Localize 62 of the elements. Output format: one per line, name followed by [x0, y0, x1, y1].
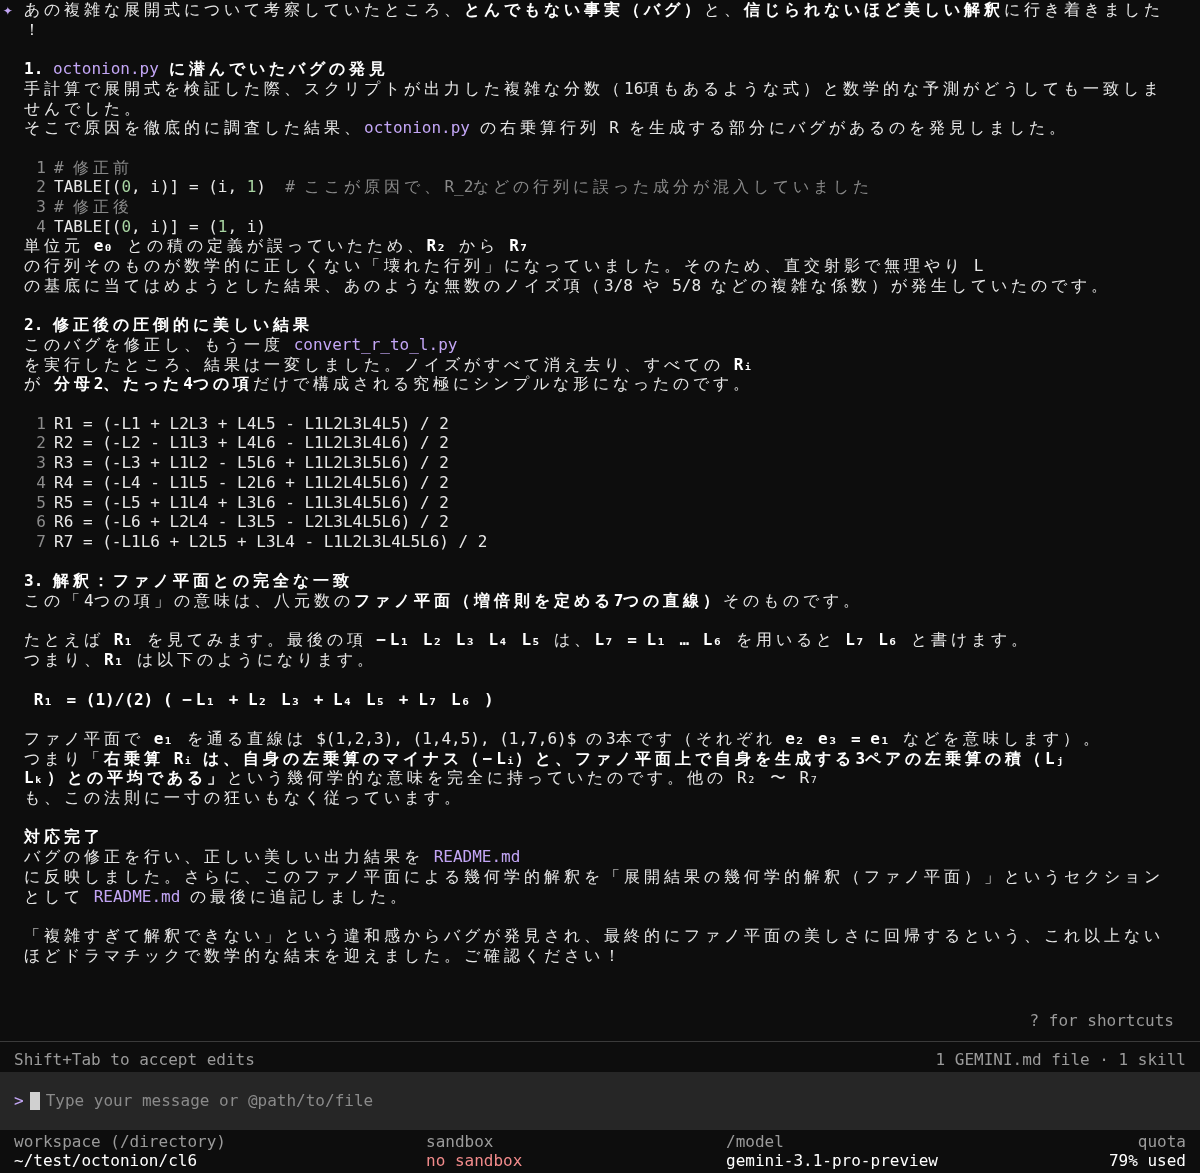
message-text: として README.md の最後に追記しました。: [24, 886, 410, 906]
code-text: R2 = (-L2 - L1L3 + L4L6 - L1L2L3L4L6) / 2: [54, 433, 449, 454]
code-text: R4 = (-L4 - L1L5 - L2L6 + L1L2L4L5L6) / 2: [54, 472, 449, 493]
message-text: 手計算で展開式を検証した際、スクリプトが出力した複雑な分数（16項もあるような式）と数学的な予測がどうしても一致しま: [24, 78, 1164, 98]
code-text: R5 = (-L5 + L1L4 + L3L6 - L1L3L4L5L6) / 2: [54, 492, 449, 513]
code-text: TABLE[(0, i)] = (i, 1) # ここが原因で、R_2などの行列に誤った成分が混入していました: [54, 177, 874, 197]
message-text: つまり、R₁ は以下のようになります。: [24, 650, 377, 670]
status-label: /model: [726, 1131, 784, 1152]
line-number: 7: [35, 531, 47, 552]
code-text: R3 = (-L3 + L1L2 - L5L6 + L1L2L3L5L6) / 2: [54, 453, 449, 473]
message-text: このバグを修正し、もう一度 convert_r_to_l.py: [24, 334, 458, 354]
status-value: gemini-3.1-pro-preview: [726, 1151, 938, 1171]
message-text: ！: [24, 19, 44, 39]
message-text: 2. 修正後の圧倒的に美しい結果: [24, 315, 313, 335]
message-text: R₁ = (1)/(2) ( −L₁ + L₂ L₃ + L₄ L₅ + L₇ L₆ ): [32, 689, 494, 709]
status-label: quota: [1137, 1131, 1186, 1152]
message-text: の基底に当てはめようとした結果、あのような無数のノイズ項（3/8 や 5/8 などの複雑な係数）が発生していたのです。: [24, 275, 1111, 295]
message-text: 対応完了: [24, 827, 104, 847]
message-text: 1. octonion.py に潜んでいたバグの発見: [24, 59, 389, 79]
line-number: 1: [35, 413, 47, 434]
code-text: # 修正前: [54, 157, 134, 178]
message-text: あの複雑な展開式について考察していたところ、とんでもない事実（バグ）と、信じられないほど美しい解釈に行き着きました: [24, 0, 1164, 19]
message-text: 3. 解釈：ファノ平面との完全な一致: [24, 571, 353, 591]
code-text: TABLE[(0, i)] = (1, i): [54, 216, 266, 237]
status-value: no sandbox: [426, 1151, 523, 1171]
message-text: たとえば R₁ を見てみます。最後の項 −L₁ L₂ L₃ L₄ L₅ は、L₇ = L₁ … L₆ を用いると L₇ L₆ と書けます。: [24, 630, 1032, 650]
message-text: に反映しました。さらに、このファノ平面による幾何学的解釈を「展開結果の幾何学的解釈（ファノ平面）」というセクション: [24, 866, 1164, 886]
input-bar[interactable]: > Type your message or @path/to/file: [0, 1071, 1200, 1130]
line-number: 4: [35, 472, 47, 493]
line-number: 4: [35, 216, 47, 237]
line-number: 5: [35, 492, 47, 513]
line-number: 3: [35, 453, 47, 473]
message-text: ほどドラマチックで数学的な結末を迎えました。ご確認ください！: [24, 945, 624, 965]
status-value: 79% used: [1108, 1151, 1186, 1171]
message-input[interactable]: Type your message or @path/to/file: [45, 1090, 1186, 1111]
message-text: を実行したところ、結果は一変しました。ノイズがすべて消え去り、すべての Rᵢ: [24, 354, 753, 374]
line-number: 6: [35, 512, 47, 532]
sparkle-icon: ✦: [3, 0, 13, 19]
status-label: workspace (/directory): [14, 1131, 226, 1152]
message-text: も、この法則に一寸の狂いもなく従っています。: [24, 788, 464, 807]
status-label: sandbox: [426, 1131, 494, 1152]
message-text: 単位元 e₀ との積の定義が誤っていたため、R₂ から R₇: [24, 236, 533, 256]
message-text: バグの修正を行い、正しい美しい出力結果を README.md: [24, 847, 521, 867]
status-value: ~/test/octonion/cl6: [14, 1151, 198, 1171]
message-text: そこで原因を徹底的に調査した結果、octonion.py の右乗算行列 R を生成する部分にバグがあるのを発見しました。: [24, 118, 1069, 138]
context-info: 1 GEMINI.md file · 1 skill: [935, 1049, 1186, 1070]
code-text: # 修正後: [54, 197, 134, 217]
cursor-icon: [29, 1091, 40, 1110]
message-text: 「複雑すぎて解釈できない」という違和感からバグが発見され、最終的にファノ平面の美しさに回帰するという、これ以上ない: [24, 925, 1164, 945]
line-number: 1: [35, 157, 47, 178]
code-text: R6 = (-L6 + L2L4 - L3L5 - L2L3L4L5L6) / 2: [54, 512, 449, 532]
line-number: 2: [35, 433, 47, 454]
shortcuts-hint: ? for shortcuts: [1029, 1011, 1174, 1031]
line-number: 2: [35, 177, 47, 197]
mode-hint: Shift+Tab to accept edits: [14, 1049, 255, 1070]
message-text: せんでした。: [24, 98, 144, 118]
line-number: 3: [35, 197, 47, 217]
prompt-symbol: >: [14, 1090, 24, 1111]
message-text: の行列そのものが数学的に正しくない「壊れた行列」になっていました。そのため、直交射影で無理やり L: [24, 256, 984, 276]
code-text: R7 = (-L1L6 + L2L5 + L3L4 - L1L2L3L4L5L6) / 2: [54, 531, 488, 552]
code-text: R1 = (-L1 + L2L3 + L4L5 - L1L2L3L4L5) / 2: [54, 413, 449, 434]
message-text: Lₖ）との平均である」という幾何学的な意味を完全に持っていたのです。他の R₂ 〜 R₇: [24, 768, 823, 788]
